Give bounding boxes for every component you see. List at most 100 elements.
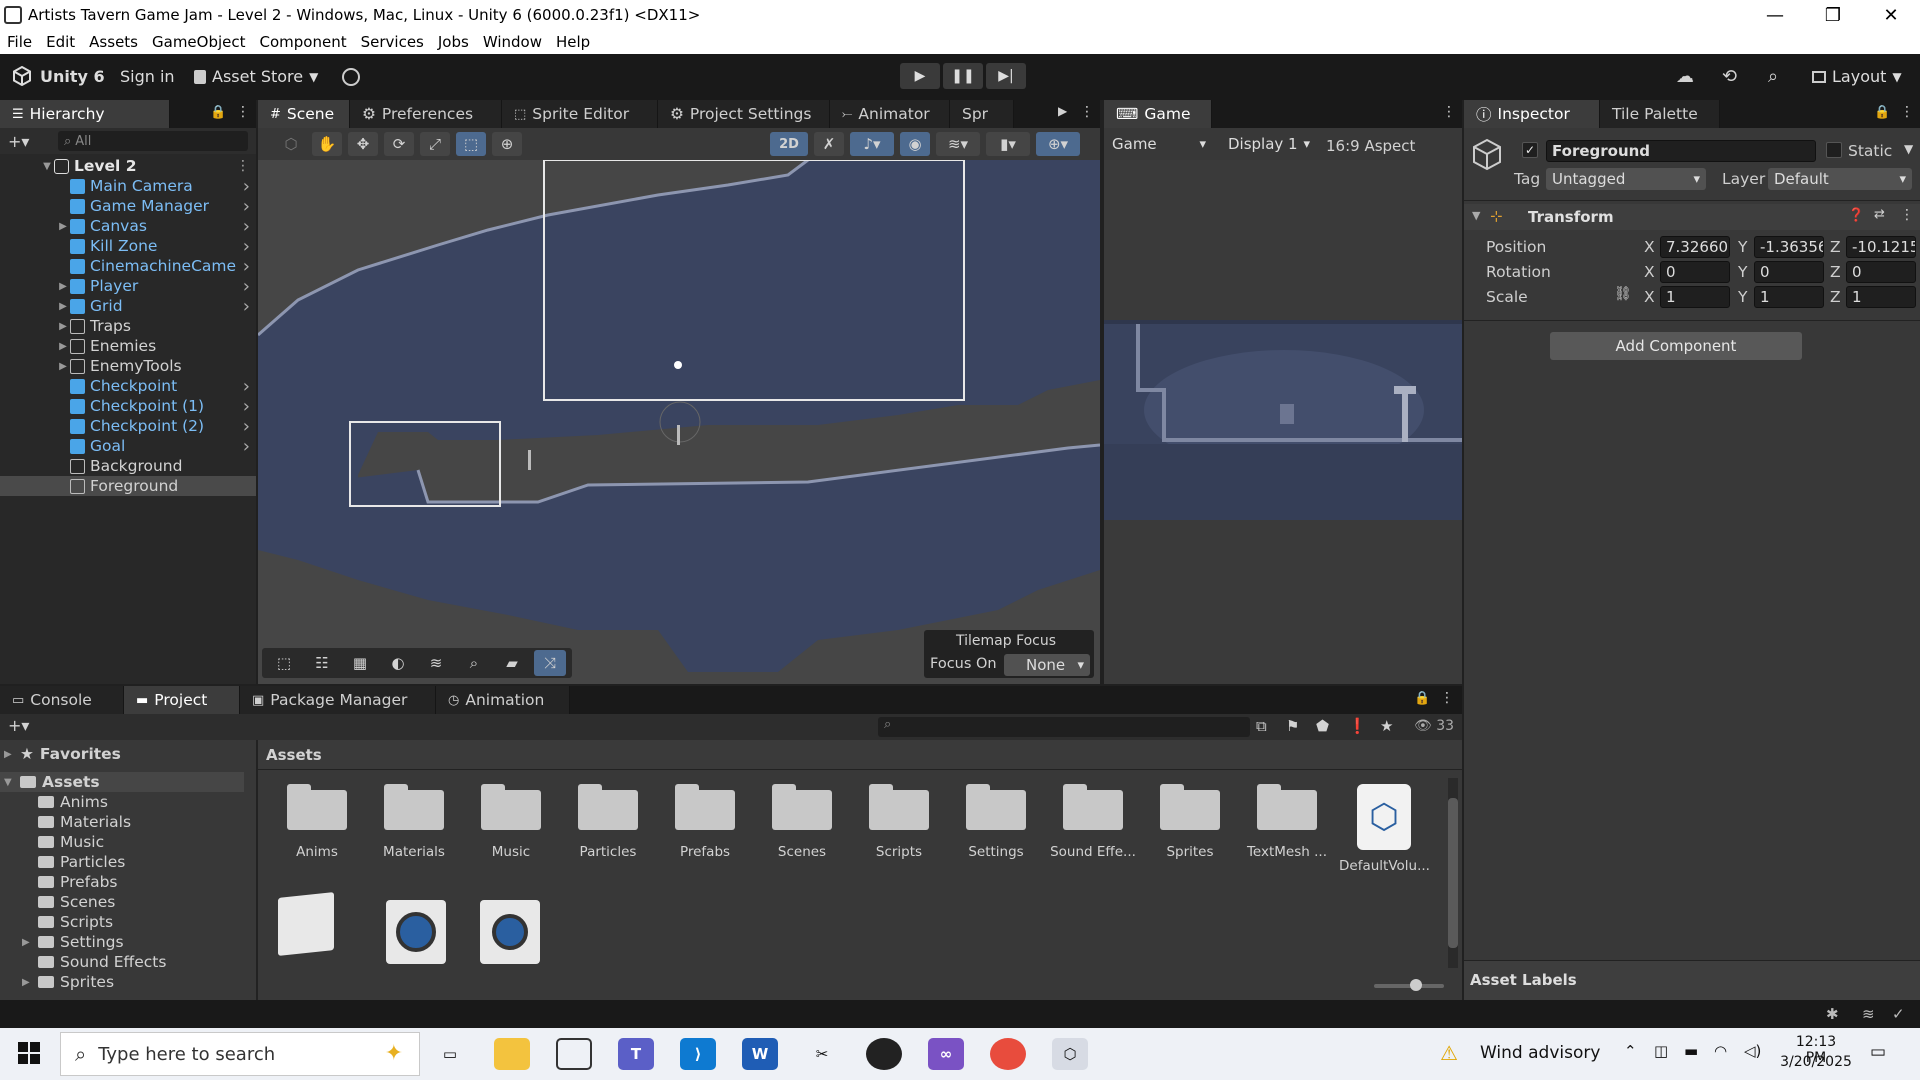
more-menu-icon[interactable]: ⋮	[1080, 104, 1094, 120]
asset-folder[interactable]: TextMesh ...	[1242, 784, 1332, 860]
rotation-z-field[interactable]: 0	[1846, 261, 1916, 283]
position-y-field[interactable]: -1.36356	[1754, 236, 1824, 258]
tab-tile-palette[interactable]: Tile Palette	[1600, 100, 1720, 128]
tree-folder-row[interactable]: ▶ Sprites	[22, 972, 114, 992]
warning-icon[interactable]: ❗	[1348, 717, 1367, 735]
zoom-icon[interactable]: ⌕	[458, 650, 490, 676]
add-icon[interactable]: +▾	[8, 132, 29, 151]
asset-folder[interactable]: Particles	[563, 784, 653, 860]
hierarchy-item[interactable]: Foreground	[0, 476, 256, 496]
transform-tool-icon[interactable]: ⊕	[492, 132, 522, 156]
hierarchy-item[interactable]: Checkpoint ›	[0, 376, 256, 397]
scale-y-field[interactable]: 1	[1754, 286, 1824, 308]
capcut-icon[interactable]: ✂	[804, 1038, 840, 1070]
prefab-open-icon[interactable]: ›	[243, 236, 250, 257]
object-name-field[interactable]: Foreground	[1546, 140, 1816, 162]
show-hidden-icons-icon[interactable]: ⌃	[1624, 1042, 1637, 1060]
position-x-field[interactable]: 7.32660	[1660, 236, 1730, 258]
asset-labels-section[interactable]: Asset Labels	[1464, 960, 1920, 1000]
word-icon[interactable]: W	[742, 1038, 778, 1070]
check-icon[interactable]: ✓	[1892, 1005, 1905, 1023]
tree-folder-row[interactable]: Scripts	[22, 912, 113, 932]
shuffle-icon[interactable]: ⤨	[534, 650, 566, 676]
unity-account-button[interactable]: Unity 6	[12, 66, 105, 86]
add-icon[interactable]: +▾	[8, 716, 29, 735]
paint-tile-icon[interactable]: ▦	[344, 650, 376, 676]
more-menu-icon[interactable]: ⋮	[1440, 690, 1454, 706]
asset-folder[interactable]: Scripts	[854, 784, 944, 860]
clock-date[interactable]: 3/20/2025	[1778, 1054, 1854, 1070]
tree-folder-row[interactable]: Music	[22, 832, 104, 852]
tab-package-manager[interactable]: ▣ Package Manager	[240, 686, 436, 714]
star-icon[interactable]: ★	[1380, 717, 1393, 735]
scene-root-row[interactable]: ▼ Level 2 ⋮	[0, 156, 256, 176]
move-tool-icon[interactable]: ✥	[348, 132, 378, 156]
asset-folder[interactable]: Anims	[272, 784, 362, 860]
render-settings-icon[interactable]	[480, 900, 540, 964]
audio-toggle-icon[interactable]: ♪▾	[850, 132, 894, 156]
more-menu-icon[interactable]: ⋮	[236, 104, 250, 120]
prefab-open-icon[interactable]: ›	[243, 416, 250, 437]
help-icon[interactable]: ❓	[1848, 208, 1864, 223]
scale-tool-icon[interactable]: ⤢	[420, 132, 450, 156]
expand-arrow-icon[interactable]: ▼	[40, 161, 54, 172]
tab-scene[interactable]: # Scene	[258, 100, 350, 128]
cache-icon[interactable]: ≋	[1862, 1005, 1875, 1023]
menu-services[interactable]: Services	[354, 33, 431, 51]
tab-overflow-icon[interactable]: ▶	[1058, 104, 1067, 118]
menu-component[interactable]: Component	[253, 33, 354, 51]
game-mode-dropdown[interactable]: Game	[1106, 133, 1212, 155]
unity-hub-icon[interactable]: ⬡	[1052, 1038, 1088, 1070]
expand-arrow-icon[interactable]: ▼	[4, 777, 20, 788]
lighting-toggle-icon[interactable]: ✗	[814, 132, 844, 156]
notifications-icon[interactable]: ▭	[1870, 1042, 1886, 1062]
collab-icon[interactable]	[342, 68, 360, 86]
sign-in-button[interactable]: Sign in	[120, 67, 175, 86]
hierarchy-item[interactable]: CinemachineCame ›	[0, 256, 256, 277]
more-menu-icon[interactable]: ⋮	[1900, 207, 1914, 223]
hierarchy-search-input[interactable]: ⌕ All	[58, 131, 248, 151]
collapse-arrow-icon[interactable]: ▼	[1472, 209, 1480, 222]
hierarchy-item[interactable]: ▶ EnemyTools	[0, 356, 256, 376]
expand-arrow-icon[interactable]: ▶	[56, 301, 70, 312]
tree-folder-row[interactable]: Prefabs	[22, 872, 118, 892]
box-fill-icon[interactable]: ◐	[382, 650, 414, 676]
asset-folder[interactable]: Sound Effe...	[1048, 784, 1138, 860]
scene-canvas[interactable]	[258, 160, 1100, 682]
weather-label[interactable]: Wind advisory	[1480, 1043, 1600, 1063]
prefab-open-icon[interactable]: ›	[243, 216, 250, 237]
network-icon[interactable]: ◫	[1654, 1042, 1668, 1060]
minimize-button[interactable]: —	[1746, 5, 1804, 26]
visual-studio-icon[interactable]: ∞	[928, 1038, 964, 1070]
breadcrumb-assets[interactable]: Assets	[266, 746, 322, 764]
expand-arrow-icon[interactable]: ▶	[22, 937, 38, 948]
assets-root-row[interactable]: ▼ Assets	[0, 772, 244, 792]
hierarchy-item[interactable]: ▶ Player ›	[0, 276, 256, 297]
lock-icon[interactable]: 🔒	[210, 105, 226, 120]
asset-folder[interactable]: Sprites	[1145, 784, 1235, 860]
tab-sprite-truncated[interactable]: Spr	[950, 100, 1014, 128]
file-explorer-icon[interactable]	[494, 1038, 530, 1070]
game-viewport[interactable]	[1104, 320, 1462, 520]
menu-window[interactable]: Window	[476, 33, 549, 51]
prefab-open-icon[interactable]: ›	[243, 436, 250, 457]
constrain-proportions-icon[interactable]: ⛓	[1614, 286, 1632, 302]
hierarchy-item[interactable]: ▶ Canvas ›	[0, 216, 256, 237]
tab-animation[interactable]: ◷ Animation	[436, 686, 570, 714]
tab-game[interactable]: ⌨ Game	[1104, 100, 1212, 128]
hierarchy-item[interactable]: Main Camera ›	[0, 176, 256, 197]
tree-folder-row[interactable]: Scenes	[22, 892, 115, 912]
icon-size-slider[interactable]	[1374, 979, 1444, 991]
menu-edit[interactable]: Edit	[39, 33, 82, 51]
expand-arrow-icon[interactable]: ▶	[22, 977, 38, 988]
hierarchy-item[interactable]: ▶ Traps	[0, 316, 256, 336]
chrome-icon[interactable]	[990, 1038, 1026, 1070]
volume-icon[interactable]: ◁)	[1744, 1042, 1761, 1060]
camera-icon[interactable]: ▮▾	[986, 132, 1030, 156]
history-icon[interactable]: ⟲	[1722, 66, 1737, 87]
move-tile-icon[interactable]: ☷	[306, 650, 338, 676]
hierarchy-item[interactable]: Checkpoint (2) ›	[0, 416, 256, 437]
asset-store-button[interactable]: Asset Store ▼	[194, 67, 318, 86]
search-by-type-icon[interactable]: ⧉	[1256, 717, 1267, 735]
tab-sprite-editor[interactable]: ⬚ Sprite Editor	[502, 100, 658, 128]
